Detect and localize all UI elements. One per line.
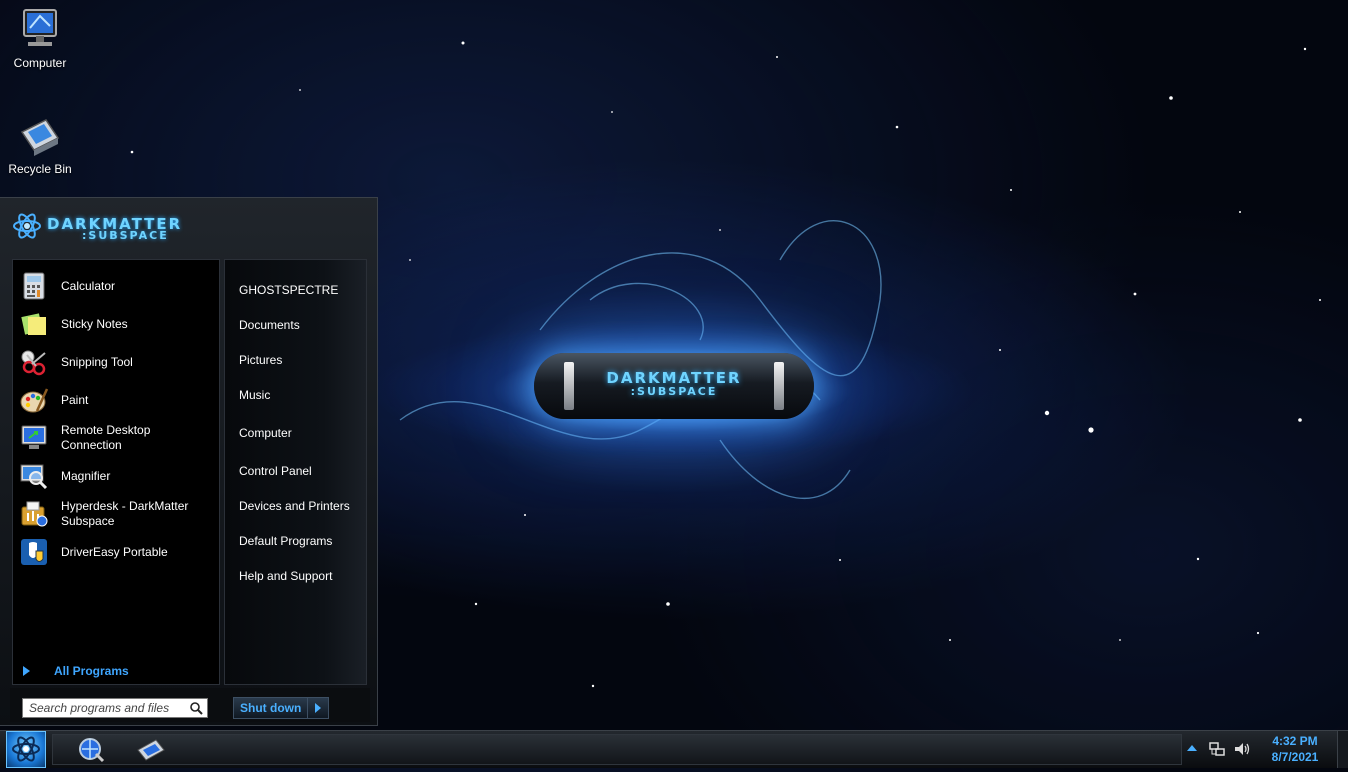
network-icon[interactable] [1208,740,1226,758]
taskbar-pinned-browser[interactable] [72,734,112,764]
search-placeholder: Search programs and files [29,701,170,715]
program-item-snipping-tool[interactable]: Snipping Tool [19,345,215,379]
place-item-music[interactable]: Music [239,388,270,402]
sticky-notes-icon [21,313,46,335]
program-label: Magnifier [61,468,111,483]
program-item-remote-desktop[interactable]: Remote Desktop Connection [19,421,215,455]
shutdown-button[interactable]: Shut down [233,697,329,719]
paint-palette-icon [20,388,49,413]
program-label: Remote Desktop Connection [61,423,151,452]
start-menu-footer: Search programs and files Shut down [10,688,370,722]
show-hidden-icons-arrow[interactable] [1187,745,1197,751]
calculator-icon [23,272,45,300]
program-label: Sticky Notes [61,316,128,331]
place-item-computer[interactable]: Computer [239,426,292,440]
program-item-paint[interactable]: Paint [19,383,215,417]
desktop-icon-label: Computer [13,56,67,70]
remote-desktop-icon [21,425,47,449]
place-item-devices-printers[interactable]: Devices and Printers [239,499,350,513]
program-item-hyperdesk[interactable]: Hyperdesk - DarkMatter Subspace [19,497,215,531]
folder-window-icon [137,739,165,761]
clock-time: 4:32 PM [1272,734,1318,748]
place-item-control-panel[interactable]: Control Panel [239,464,312,478]
place-item-pictures[interactable]: Pictures [239,353,282,367]
place-item-user[interactable]: GHOSTSPECTRE [239,283,338,297]
hyperdesk-icon [21,501,48,527]
wallpaper-logo: DARKMATTER :SUBSPACE [534,353,814,419]
start-button[interactable] [6,731,46,768]
program-item-sticky-notes[interactable]: Sticky Notes [19,307,215,341]
drivereasy-shield-icon [21,539,47,565]
computer-monitor-icon [16,6,64,54]
program-item-calculator[interactable]: Calculator [19,269,215,303]
program-item-drivereasy[interactable]: DriverEasy Portable [19,535,215,569]
desktop-icon-label: Recycle Bin [8,162,72,176]
program-label: Snipping Tool [61,354,133,369]
taskbar: 4:32 PM 8/7/2021 [0,730,1348,768]
clock-date: 8/7/2021 [1271,750,1319,764]
taskbar-buttons-area [52,734,1182,765]
program-item-magnifier[interactable]: Magnifier [19,459,215,493]
scissors-icon [21,350,46,376]
desktop-icon-computer[interactable]: Computer [0,6,80,70]
program-label: Calculator [61,278,116,293]
start-menu-header: DARKMATTER :SUBSPACE [0,198,377,256]
recycle-bin-icon [16,112,64,160]
all-programs-label: All Programs [54,664,129,678]
start-menu: DARKMATTER :SUBSPACE Calculator Sticky N… [0,197,378,726]
shutdown-options-arrow-icon[interactable] [307,698,328,718]
desktop-icon-recycle-bin[interactable]: Recycle Bin [0,112,80,176]
start-menu-programs-pane: Calculator Sticky Notes Snipping Tool Pa… [12,259,220,685]
system-clock[interactable]: 4:32 PM 8/7/2021 [1262,733,1328,765]
chevron-right-icon [23,666,30,676]
search-input[interactable]: Search programs and files [22,698,208,718]
atom-start-icon [12,736,40,762]
program-label: Hyperdesk - DarkMatter Subspace [61,499,189,528]
place-item-help-support[interactable]: Help and Support [239,569,332,583]
start-menu-places-pane: GHOSTSPECTRE Documents Pictures Music Co… [224,259,367,685]
taskbar-pinned-explorer[interactable] [130,734,170,764]
shutdown-label: Shut down [240,701,302,715]
magnifier-icon [20,464,48,490]
all-programs-button[interactable]: All Programs [23,664,129,678]
search-icon[interactable] [189,701,203,715]
start-menu-brand-line2: :SUBSPACE [82,229,169,242]
show-desktop-button[interactable] [1337,731,1348,768]
wallpaper-logo-line2: :SUBSPACE [630,385,718,398]
volume-icon[interactable] [1233,740,1251,758]
place-item-documents[interactable]: Documents [239,318,300,332]
internet-browser-icon [79,738,105,763]
atom-logo-icon [13,213,41,239]
program-label: DriverEasy Portable [61,544,168,559]
program-label: Paint [61,392,89,407]
place-item-default-programs[interactable]: Default Programs [239,534,332,548]
